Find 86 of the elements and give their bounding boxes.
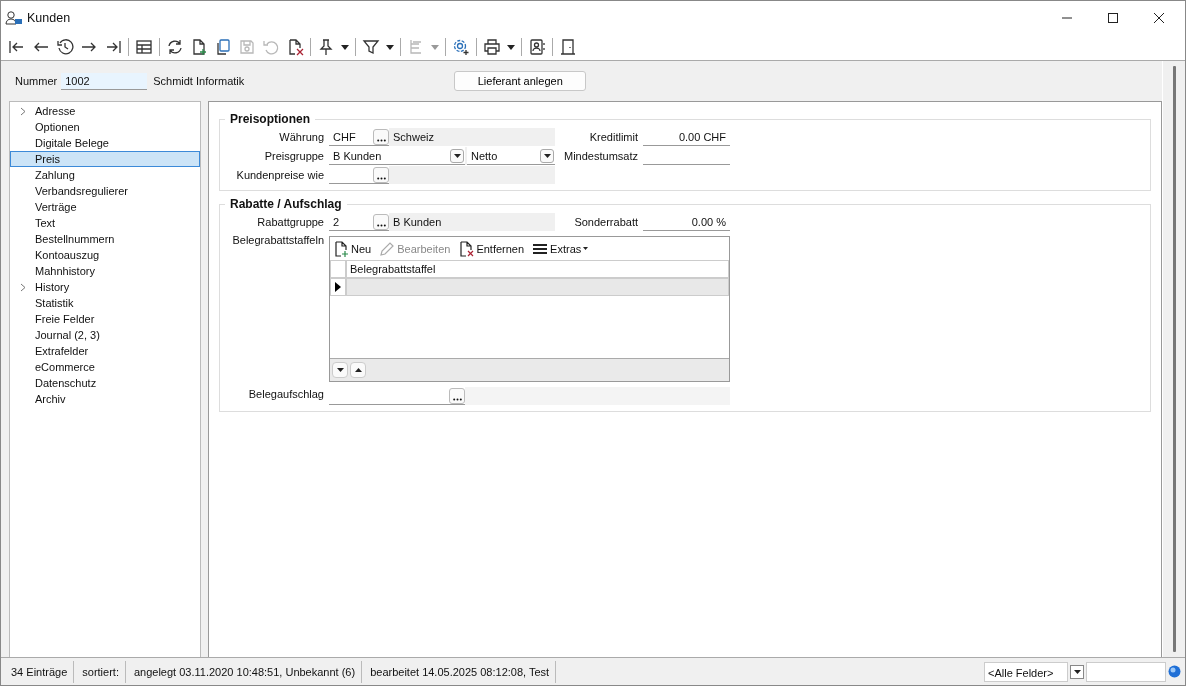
tree-item[interactable]: Archiv (10, 391, 200, 407)
caret-up-icon (354, 368, 362, 372)
ellipsis-icon (452, 397, 462, 401)
field-label: Kundenpreise wie (235, 169, 324, 181)
dropdown-button[interactable] (1070, 664, 1084, 679)
remove-action-button[interactable]: Entfernen (458, 240, 525, 257)
tree-item[interactable]: Bestellnummern (10, 231, 200, 247)
tree-item[interactable]: Datenschutz (10, 375, 200, 391)
section-title: Preisoptionen (229, 112, 311, 126)
field-label: Währung (278, 131, 324, 143)
caret-icon (583, 247, 589, 250)
status-text: bearbeitet 14.05.2025 08:12:08, Test (364, 660, 557, 683)
field-label: Sonderrabatt (573, 216, 638, 228)
field-label: Belegrabattstaffeln (231, 233, 324, 246)
currency-field[interactable]: CHF (329, 128, 389, 146)
discount-group-field[interactable]: 2 (329, 213, 389, 231)
tree-item[interactable]: Freie Felder (10, 311, 200, 327)
new-action-button[interactable]: Neu (333, 240, 372, 257)
tree-item[interactable]: Adresse (10, 103, 200, 119)
dropdown-button[interactable] (540, 148, 554, 163)
tree-item[interactable]: Verträge (10, 199, 200, 215)
delete-document-icon (458, 240, 475, 257)
browse-button[interactable] (449, 387, 465, 404)
tree-item[interactable]: Mahnhistory (10, 263, 200, 279)
move-up-button[interactable] (350, 362, 366, 378)
status-text: angelegt 03.11.2020 10:48:51, Unbekannt (6) (127, 660, 363, 683)
browse-button[interactable] (373, 213, 389, 230)
chevron-icon[interactable] (20, 107, 26, 116)
field-label: Rabattgruppe (256, 216, 324, 228)
tree-item[interactable]: eCommerce (10, 359, 200, 375)
browse-button[interactable] (373, 166, 389, 183)
price-group-dropdown[interactable]: B Kunden (329, 147, 465, 165)
ellipsis-icon (376, 176, 386, 180)
tree-item[interactable]: History (10, 279, 200, 295)
status-text: sortiert: (76, 660, 126, 683)
tree-item[interactable]: Digitale Belege (10, 135, 200, 151)
caret-icon (453, 153, 461, 158)
caret-icon (431, 44, 439, 50)
ellipsis-icon (376, 223, 386, 227)
create-supplier-button[interactable]: Lieferant anlegen (454, 71, 587, 91)
caret-icon (1073, 669, 1081, 674)
column-header[interactable]: Belegrabattstaffel (346, 260, 729, 278)
maximize-icon[interactable] (1107, 11, 1119, 24)
caret-icon (341, 44, 349, 50)
tree-item[interactable]: Kontoauszug (10, 247, 200, 263)
caret-icon (386, 44, 394, 50)
window-title: Kunden (27, 10, 71, 25)
discount-group-description: B Kunden (393, 216, 442, 228)
new-document-icon (333, 240, 349, 257)
caret-down-icon (336, 368, 344, 372)
caret-icon (507, 44, 515, 50)
number-label: Nummer (15, 75, 58, 87)
status-text: 34 Einträge (5, 660, 75, 683)
tree-item[interactable]: Preis (10, 151, 200, 167)
tree-item[interactable]: Zahlung (10, 167, 200, 183)
search-field[interactable] (1086, 661, 1166, 682)
tree-item[interactable]: Journal (2, 3) (10, 327, 200, 343)
caret-icon (543, 153, 551, 158)
move-down-button[interactable] (332, 362, 348, 378)
browse-button[interactable] (373, 128, 389, 145)
row-pointer-icon (335, 282, 341, 292)
tree-item[interactable]: Statistik (10, 295, 200, 311)
tree-item[interactable]: Optionen (10, 119, 200, 135)
currency-description: Schweiz (393, 131, 434, 143)
number-field[interactable]: 1002 (61, 72, 148, 90)
customer-prices-field[interactable] (329, 166, 389, 184)
field-filter-dropdown[interactable]: <Alle Felder> (984, 661, 1068, 682)
user-icon (5, 9, 23, 26)
customer-name: Schmidt Informatik (153, 75, 245, 87)
field-label: Kreditlimit (588, 131, 638, 143)
price-mode-dropdown[interactable]: Netto (467, 147, 555, 165)
dropdown-button[interactable] (450, 148, 464, 163)
field-label: Mindestumsatz (563, 150, 638, 162)
pencil-icon (379, 240, 396, 257)
globe-icon[interactable] (1168, 665, 1181, 678)
section-title: Rabatte / Aufschlag (229, 197, 343, 211)
ellipsis-icon (376, 138, 386, 142)
tree-item[interactable]: Verbandsregulierer (10, 183, 200, 199)
menu-action-button[interactable]: Extras (532, 240, 589, 257)
field-label: Preisgruppe (263, 150, 324, 162)
close-icon[interactable] (1153, 11, 1165, 24)
field-label: Belegaufschlag (247, 388, 324, 400)
tree-item[interactable]: Text (10, 215, 200, 231)
chevron-icon[interactable] (20, 283, 26, 292)
table-cell[interactable] (346, 278, 729, 296)
tree-item[interactable]: Extrafelder (10, 343, 200, 359)
